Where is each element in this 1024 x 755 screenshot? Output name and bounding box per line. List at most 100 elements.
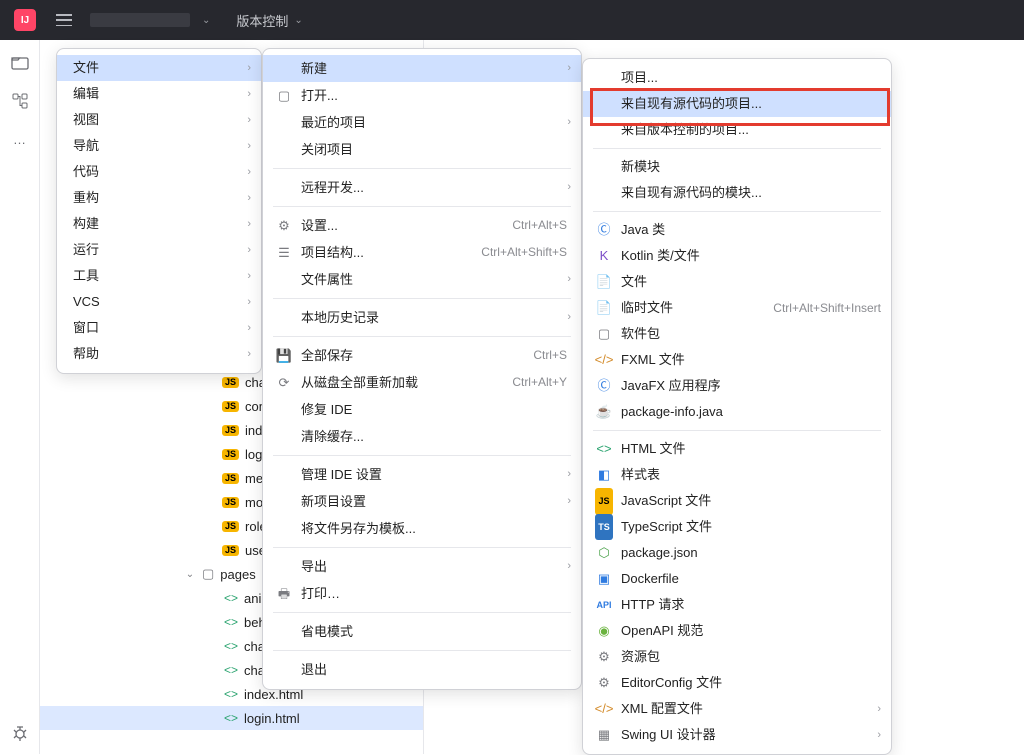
chevron-right-icon: ›	[247, 289, 251, 315]
structure-tool-icon[interactable]	[11, 92, 29, 110]
menu-item-export[interactable]: 导出›	[263, 553, 581, 580]
menu-item-stylesheet[interactable]: ◧样式表	[583, 462, 891, 488]
menu-separator	[593, 211, 881, 212]
menu-item-edit[interactable]: 编辑›	[57, 81, 261, 107]
menu-item-kotlin-file[interactable]: KKotlin 类/文件	[583, 243, 891, 269]
menu-item-package-json[interactable]: ⬡package.json	[583, 540, 891, 566]
menu-item-project-structure[interactable]: ☰项目结构...Ctrl+Alt+Shift+S	[263, 239, 581, 266]
menu-item-project-from-sources[interactable]: 来自现有源代码的项目...	[583, 91, 891, 117]
menu-item-new-projects-settings[interactable]: 新项目设置›	[263, 488, 581, 515]
left-tool-strip: …	[0, 40, 40, 754]
menu-separator	[273, 336, 571, 337]
menu-item-fxml[interactable]: </>FXML 文件	[583, 347, 891, 373]
chevron-right-icon: ›	[247, 263, 251, 289]
menu-item-package[interactable]: ▢软件包	[583, 321, 891, 347]
vcs-menu[interactable]: 版本控制	[236, 11, 288, 30]
chevron-right-icon: ›	[247, 237, 251, 263]
menu-item-remote-dev[interactable]: 远程开发...›	[263, 174, 581, 201]
menu-item-swing-designer[interactable]: ▦Swing UI 设计器›	[583, 722, 891, 748]
menu-item-close-project[interactable]: 关闭项目	[263, 136, 581, 163]
menu-separator	[273, 612, 571, 613]
menu-item-reload-disk[interactable]: ⟳从磁盘全部重新加载Ctrl+Alt+Y	[263, 369, 581, 396]
menu-item-editorconfig[interactable]: ⚙EditorConfig 文件	[583, 670, 891, 696]
menu-item-repair-ide[interactable]: 修复 IDE	[263, 396, 581, 423]
html-file-icon: <>	[224, 615, 238, 629]
menu-item-openapi[interactable]: ◉OpenAPI 规范	[583, 618, 891, 644]
menu-item-typescript-file[interactable]: TSTypeScript 文件	[583, 514, 891, 540]
main-menu-hamburger-icon[interactable]	[56, 14, 72, 26]
menu-item-run[interactable]: 运行›	[57, 237, 261, 263]
shortcut: Ctrl+Alt+Y	[512, 369, 567, 396]
chevron-right-icon: ›	[247, 185, 251, 211]
menu-item-help[interactable]: 帮助›	[57, 341, 261, 367]
docker-icon: ▣	[595, 566, 613, 592]
menu-item-xml-config[interactable]: </>XML 配置文件›	[583, 696, 891, 722]
menu-item-new[interactable]: 新建›	[263, 55, 581, 82]
structure-icon: ☰	[275, 239, 293, 266]
menu-item-dockerfile[interactable]: ▣Dockerfile	[583, 566, 891, 592]
menu-item-exit[interactable]: 退出	[263, 656, 581, 683]
chevron-down-icon[interactable]: ⌄	[294, 15, 302, 26]
menu-item-new-module[interactable]: 新模块	[583, 154, 891, 180]
shortcut: Ctrl+Alt+Shift+S	[481, 239, 567, 266]
menu-item-code[interactable]: 代码›	[57, 159, 261, 185]
menu-separator	[593, 430, 881, 431]
menu-item-local-history[interactable]: 本地历史记录›	[263, 304, 581, 331]
css-icon: ◧	[595, 462, 613, 488]
menu-item-new-project[interactable]: 项目...	[583, 65, 891, 91]
menu-item-html-file[interactable]: <>HTML 文件	[583, 436, 891, 462]
menu-item-file-properties[interactable]: 文件属性›	[263, 266, 581, 293]
menu-item-module-from-sources[interactable]: 来自现有源代码的模块...	[583, 180, 891, 206]
js-file-icon: JS	[222, 497, 239, 508]
menu-item-file[interactable]: 文件›	[57, 55, 261, 81]
menu-item-package-info[interactable]: ☕package-info.java	[583, 399, 891, 425]
chevron-right-icon: ›	[567, 488, 571, 515]
menu-item-java-class[interactable]: ⒸJava 类	[583, 217, 891, 243]
menu-item-http-request[interactable]: APIHTTP 请求	[583, 592, 891, 618]
html-file-icon: <>	[224, 687, 238, 701]
menu-item-print[interactable]: 🖶打印…	[263, 580, 581, 607]
menu-item-view[interactable]: 视图›	[57, 107, 261, 133]
menu-item-javascript-file[interactable]: JSJavaScript 文件	[583, 488, 891, 514]
folder-icon: ▢	[275, 82, 293, 109]
menu-item-scratch-file[interactable]: 📄临时文件Ctrl+Alt+Shift+Insert	[583, 295, 891, 321]
debug-tool-icon[interactable]	[11, 724, 29, 742]
menu-item-javafx[interactable]: ⒸJavaFX 应用程序	[583, 373, 891, 399]
menu-item-resource-bundle[interactable]: ⚙资源包	[583, 644, 891, 670]
chevron-right-icon: ›	[567, 553, 571, 580]
menu-item-power-save[interactable]: 省电模式	[263, 618, 581, 645]
menu-item-save-template[interactable]: 将文件另存为模板...	[263, 515, 581, 542]
html-file-icon: <>	[224, 663, 238, 677]
html-file-icon: <>	[224, 639, 238, 653]
menu-item-vcs[interactable]: VCS›	[57, 289, 261, 315]
menu-item-refactor[interactable]: 重构›	[57, 185, 261, 211]
html-file-icon: <>	[224, 711, 238, 725]
reload-icon: ⟳	[275, 369, 293, 396]
menu-item-project-from-vcs[interactable]: 来自版本控制的项目...	[583, 117, 891, 143]
app-logo-icon: IJ	[14, 9, 36, 31]
chevron-down-icon[interactable]: ⌄	[202, 15, 210, 26]
tree-item-selected[interactable]: <>login.html	[40, 706, 423, 730]
menu-separator	[273, 547, 571, 548]
file-icon: 📄	[595, 269, 613, 295]
menu-item-settings[interactable]: ⚙设置...Ctrl+Alt+S	[263, 212, 581, 239]
chevron-right-icon: ›	[247, 107, 251, 133]
menu-item-window[interactable]: 窗口›	[57, 315, 261, 341]
menu-item-navigate[interactable]: 导航›	[57, 133, 261, 159]
chevron-down-icon[interactable]: ⌄	[184, 569, 196, 580]
menu-item-build[interactable]: 构建›	[57, 211, 261, 237]
menu-item-file[interactable]: 📄文件	[583, 269, 891, 295]
project-tool-icon[interactable]	[11, 54, 29, 72]
swing-icon: ▦	[595, 722, 613, 748]
menu-item-recent[interactable]: 最近的项目›	[263, 109, 581, 136]
menu-item-save-all[interactable]: 💾全部保存Ctrl+S	[263, 342, 581, 369]
js-file-icon: JS	[222, 545, 239, 556]
menu-item-manage-ide-settings[interactable]: 管理 IDE 设置›	[263, 461, 581, 488]
xml-icon: </>	[595, 696, 613, 722]
js-file-icon: JS	[222, 521, 239, 532]
menu-item-invalidate-caches[interactable]: 清除缓存...	[263, 423, 581, 450]
more-tool-icon[interactable]: …	[11, 130, 29, 148]
js-file-icon: JS	[222, 473, 239, 484]
menu-item-open[interactable]: ▢打开...	[263, 82, 581, 109]
menu-item-tools[interactable]: 工具›	[57, 263, 261, 289]
